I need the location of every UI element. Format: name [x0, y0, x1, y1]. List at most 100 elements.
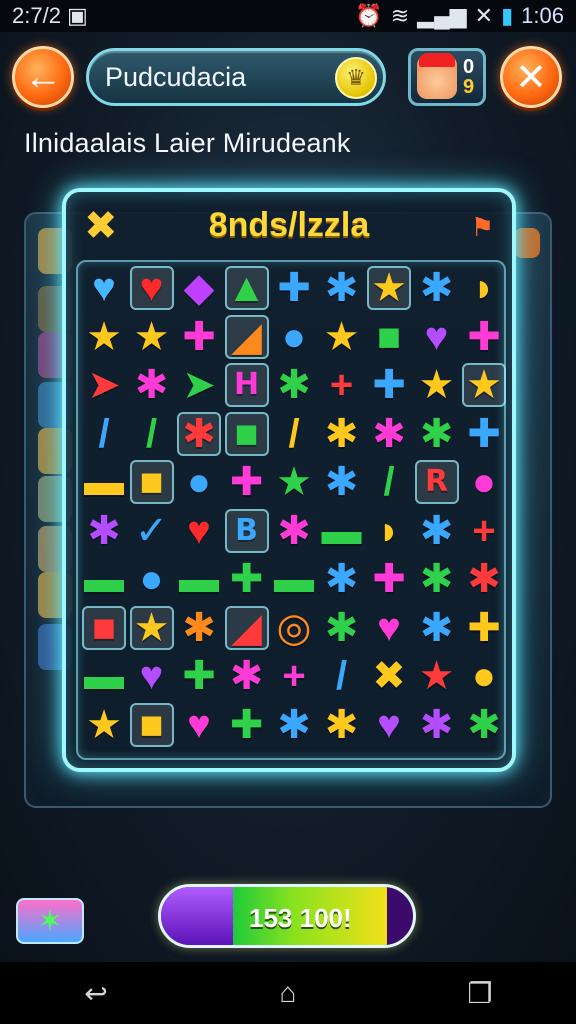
game-piece[interactable]: ✱: [272, 509, 316, 553]
game-piece[interactable]: ✱: [415, 606, 459, 650]
piece-grid[interactable]: ♥ ♥ ◆ ▲ ✚ ✱ ★ ✱ ◗ ★ ★ ✚ ◢ ● ★ ■ ♥ ✚ ➤ ✱ ➤ H ✱ + ✚ ★ ★ / / ✱ ■ / ✱ ✱ ✱ ✚ ▬ ■ ● ✚…: [76, 260, 506, 760]
game-piece[interactable]: ★: [415, 363, 459, 407]
game-piece[interactable]: ★: [82, 703, 126, 747]
game-piece[interactable]: ●: [272, 315, 316, 359]
recents-nav-icon[interactable]: ❐: [450, 977, 510, 1010]
game-piece[interactable]: ▬: [320, 509, 364, 553]
game-piece[interactable]: ★: [367, 266, 411, 310]
game-piece[interactable]: ✚: [462, 606, 506, 650]
game-piece[interactable]: ◢: [224, 605, 269, 650]
game-piece[interactable]: ✱: [130, 363, 174, 407]
game-piece[interactable]: ♥: [415, 315, 459, 359]
game-piece[interactable]: ✱: [177, 411, 221, 456]
game-piece[interactable]: ✚: [367, 363, 411, 407]
game-piece[interactable]: ✱: [320, 703, 364, 747]
game-piece[interactable]: ★: [129, 605, 174, 650]
avatar-box[interactable]: 0 9: [408, 48, 486, 106]
game-piece[interactable]: ✱: [320, 266, 364, 310]
game-piece[interactable]: ★: [462, 363, 506, 407]
game-piece[interactable]: ♥: [82, 266, 126, 310]
game-piece[interactable]: ✱: [225, 654, 269, 698]
game-piece[interactable]: ✚: [272, 266, 316, 310]
game-piece[interactable]: ▬: [82, 557, 126, 601]
game-piece[interactable]: +: [462, 509, 506, 553]
game-piece[interactable]: ★: [415, 654, 459, 698]
game-piece[interactable]: ✚: [177, 654, 221, 698]
game-piece[interactable]: ➤: [82, 363, 126, 407]
game-piece[interactable]: B: [224, 508, 269, 553]
game-piece[interactable]: ♥: [129, 266, 174, 310]
game-piece[interactable]: /: [82, 412, 126, 456]
game-piece[interactable]: ▬: [177, 557, 221, 601]
back-nav-icon[interactable]: ↩: [66, 977, 126, 1010]
game-piece[interactable]: R: [414, 460, 459, 504]
game-piece[interactable]: ✚: [367, 557, 411, 601]
game-piece[interactable]: ■: [224, 411, 269, 456]
game-piece[interactable]: +: [320, 363, 364, 407]
back-button[interactable]: ←: [12, 46, 74, 108]
game-piece[interactable]: ✱: [272, 703, 316, 747]
game-piece[interactable]: ✖: [367, 654, 411, 698]
game-piece[interactable]: ✚: [225, 460, 269, 504]
game-piece[interactable]: ◗: [462, 266, 506, 310]
game-piece[interactable]: /: [130, 412, 174, 456]
home-nav-icon[interactable]: ⌂: [258, 977, 318, 1009]
game-piece[interactable]: ●: [130, 557, 174, 601]
game-piece[interactable]: ■: [82, 605, 126, 650]
game-piece[interactable]: ✚: [177, 315, 221, 359]
game-piece[interactable]: ✱: [320, 460, 364, 504]
game-piece[interactable]: /: [367, 460, 411, 504]
game-piece[interactable]: ✓: [130, 509, 174, 553]
game-piece[interactable]: ✱: [415, 266, 459, 310]
game-piece[interactable]: /: [320, 654, 364, 698]
game-piece[interactable]: ✚: [225, 703, 269, 747]
coin-icon[interactable]: ♛: [335, 57, 377, 99]
game-piece[interactable]: ✱: [415, 412, 459, 456]
game-piece[interactable]: ▬: [82, 654, 126, 698]
game-piece[interactable]: ✱: [415, 557, 459, 601]
game-piece[interactable]: ♥: [367, 703, 411, 747]
game-piece[interactable]: /: [272, 412, 316, 456]
game-piece[interactable]: ◎: [272, 606, 316, 650]
game-piece[interactable]: ●: [462, 654, 506, 698]
game-piece[interactable]: ✱: [177, 606, 221, 650]
game-piece[interactable]: ★: [272, 460, 316, 504]
game-piece[interactable]: ✱: [272, 363, 316, 407]
game-piece[interactable]: ◆: [177, 266, 221, 310]
game-piece[interactable]: ✱: [320, 557, 364, 601]
game-piece[interactable]: ▬: [82, 460, 126, 504]
game-piece[interactable]: ✱: [82, 509, 126, 553]
game-piece[interactable]: ♥: [367, 606, 411, 650]
game-piece[interactable]: ♥: [130, 654, 174, 698]
game-piece[interactable]: ■: [367, 315, 411, 359]
game-piece[interactable]: ■: [129, 702, 174, 747]
game-piece[interactable]: ●: [177, 460, 221, 504]
game-piece[interactable]: ★: [82, 315, 126, 359]
game-piece[interactable]: ★: [130, 315, 174, 359]
flag-icon[interactable]: ⚑: [471, 212, 494, 243]
game-piece[interactable]: ♥: [177, 509, 221, 553]
game-piece[interactable]: ✱: [320, 606, 364, 650]
game-piece[interactable]: ◢: [224, 314, 269, 359]
game-piece[interactable]: +: [272, 654, 316, 698]
game-piece[interactable]: ▬: [272, 557, 316, 601]
game-piece[interactable]: ●: [462, 460, 506, 504]
game-piece[interactable]: ◗: [367, 509, 411, 553]
game-piece[interactable]: ✱: [415, 703, 459, 747]
close-button[interactable]: ✕: [500, 46, 562, 108]
game-piece[interactable]: ✚: [462, 315, 506, 359]
game-piece[interactable]: ★: [320, 315, 364, 359]
game-piece[interactable]: ■: [129, 460, 174, 504]
game-piece[interactable]: ♥: [177, 703, 221, 747]
booster-button[interactable]: ✶: [16, 898, 84, 944]
game-piece[interactable]: ✱: [367, 412, 411, 456]
game-piece[interactable]: ✚: [225, 557, 269, 601]
game-piece[interactable]: ➤: [177, 363, 221, 407]
game-piece[interactable]: ✱: [462, 557, 506, 601]
game-piece[interactable]: ✱: [320, 412, 364, 456]
game-piece[interactable]: ✚: [462, 412, 506, 456]
game-piece[interactable]: ▲: [224, 266, 269, 310]
game-piece[interactable]: H: [224, 363, 269, 407]
game-piece[interactable]: ✱: [415, 509, 459, 553]
game-piece[interactable]: ✱: [462, 703, 506, 747]
